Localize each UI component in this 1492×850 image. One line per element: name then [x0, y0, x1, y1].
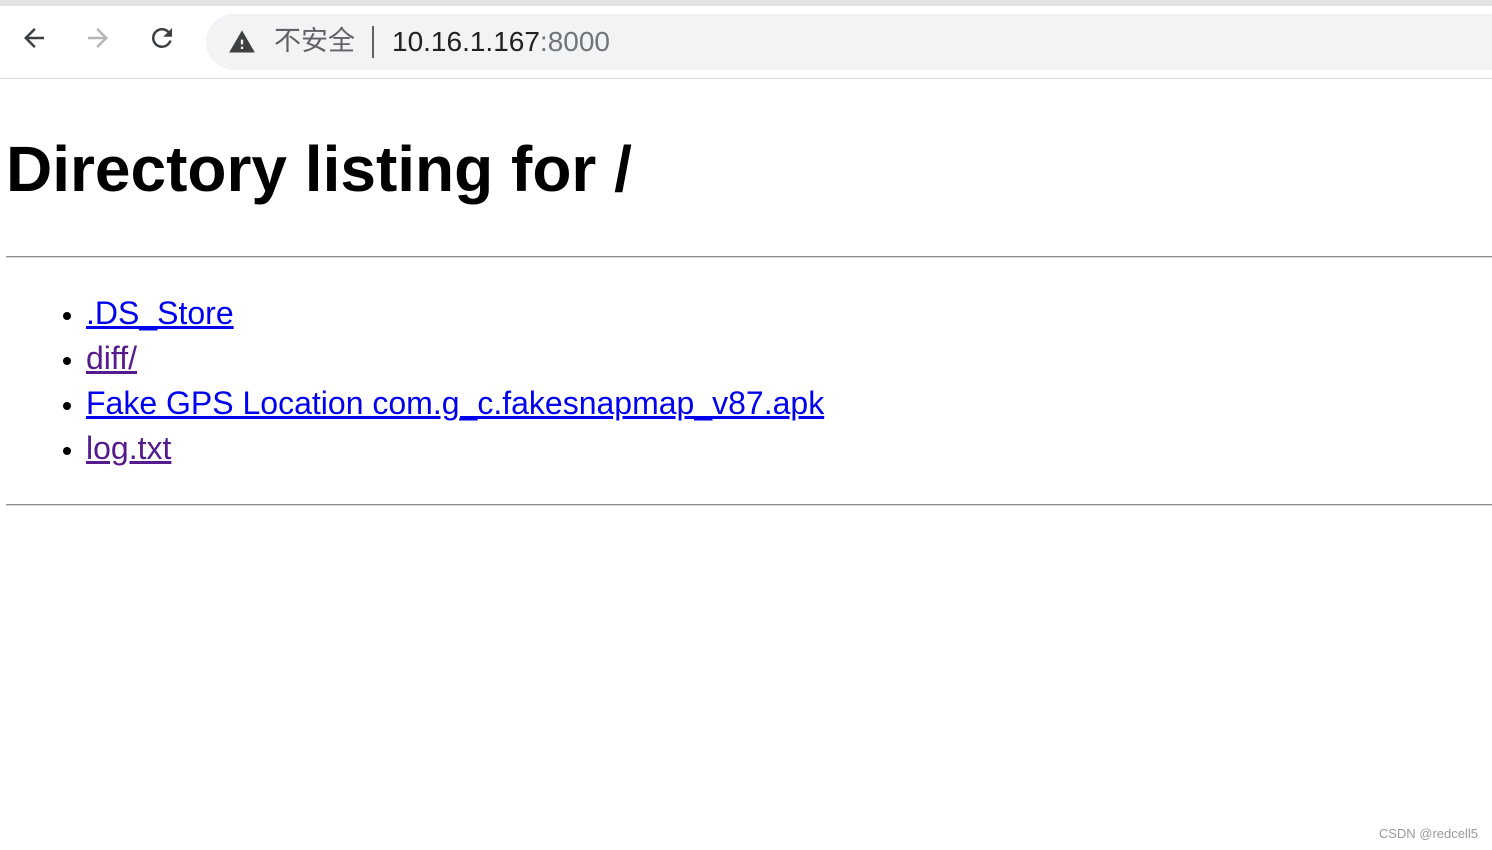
url-host: 10.16.1.167 — [392, 26, 540, 57]
directory-list: .DS_Store diff/ Fake GPS Location com.g_… — [6, 291, 824, 471]
address-bar[interactable]: 不安全 10.16.1.167:8000 — [206, 14, 1492, 70]
forward-button[interactable] — [80, 20, 116, 56]
arrow-right-icon — [88, 28, 108, 48]
list-item: diff/ — [86, 336, 824, 381]
list-item: Fake GPS Location com.g_c.fakesnapmap_v8… — [86, 381, 824, 426]
address-bar-divider — [372, 26, 374, 58]
bottom-divider — [6, 504, 1492, 506]
url-text[interactable]: 10.16.1.167:8000 — [392, 25, 610, 59]
top-divider — [6, 256, 1492, 258]
back-button[interactable] — [16, 20, 52, 56]
file-link-ds-store[interactable]: .DS_Store — [86, 295, 234, 331]
page-title: Directory listing for / — [6, 133, 632, 205]
watermark: CSDN @redcell5 — [1378, 826, 1478, 841]
list-item: log.txt — [86, 426, 824, 471]
reload-icon — [151, 27, 172, 48]
reload-button[interactable] — [144, 20, 180, 56]
file-link-apk[interactable]: Fake GPS Location com.g_c.fakesnapmap_v8… — [86, 385, 824, 421]
file-link-log[interactable]: log.txt — [86, 430, 171, 466]
warning-triangle-icon[interactable] — [228, 28, 256, 56]
security-status-label[interactable]: 不安全 — [274, 25, 355, 59]
list-item: .DS_Store — [86, 291, 824, 336]
browser-toolbar: 不安全 10.16.1.167:8000 — [0, 6, 1492, 79]
arrow-left-icon — [24, 28, 44, 48]
url-port: :8000 — [539, 26, 610, 57]
folder-link-diff[interactable]: diff/ — [86, 340, 137, 376]
